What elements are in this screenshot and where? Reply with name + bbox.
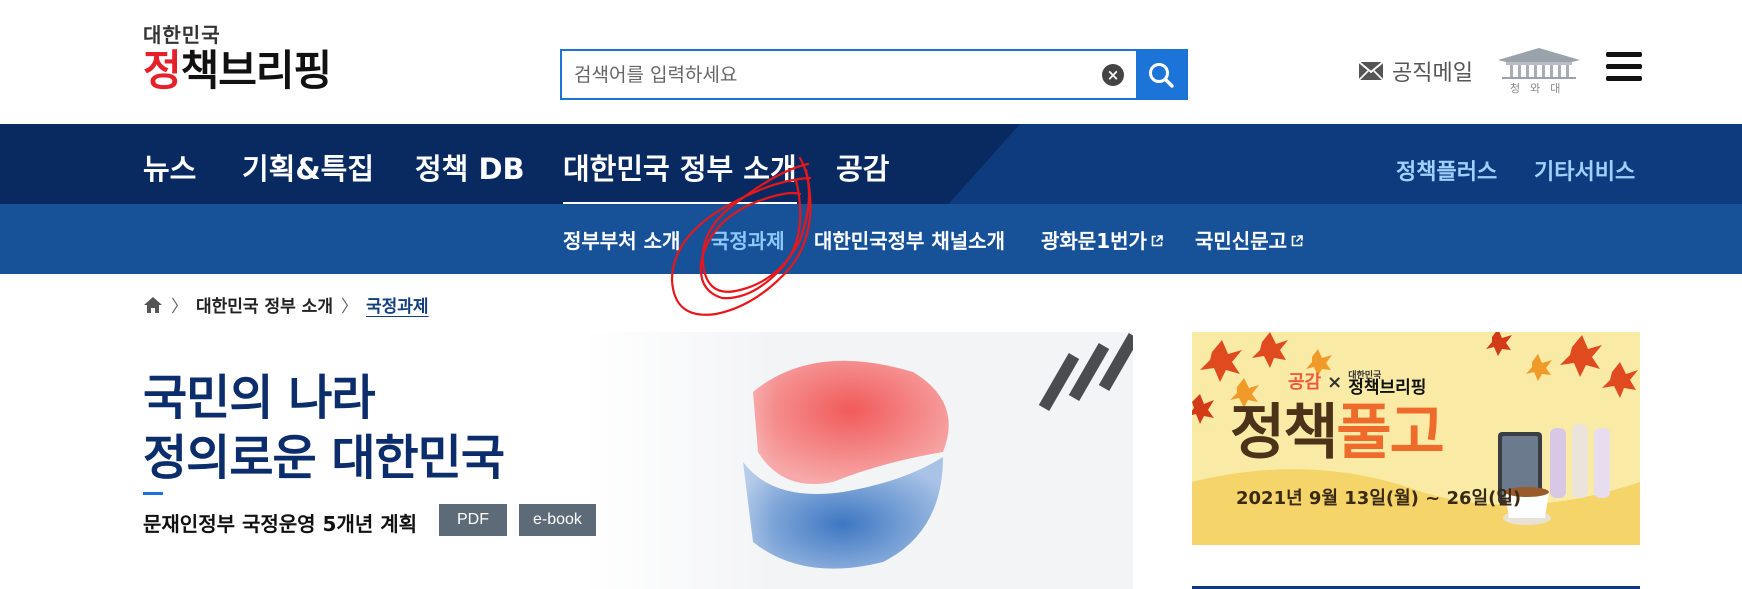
hero-title-line1: 국민의 나라 <box>143 370 376 426</box>
official-mail-link[interactable]: 공직메일 <box>1358 55 1473 87</box>
logo-subtitle: 대한민국 <box>143 23 221 47</box>
hero-subtitle: 문재인정부 국정운영 5개년 계획 <box>143 512 418 536</box>
subnav-channels[interactable]: 대한민국정부 채널소개 <box>814 225 1005 254</box>
logo-title: 정책브리핑 <box>143 46 333 96</box>
home-icon[interactable] <box>143 296 163 314</box>
nav-government-intro[interactable]: 대한민국 정부 소개 <box>563 146 797 204</box>
clear-circle-icon[interactable]: × <box>1102 64 1124 86</box>
subnav-ministries[interactable]: 정부부처 소개 <box>563 225 680 254</box>
nav-news[interactable]: 뉴스 <box>143 146 196 188</box>
search-bar: × <box>560 49 1188 100</box>
hero-title: 국민의 나라 정의로운 대한민국 <box>143 368 505 488</box>
nav-policy-plus[interactable]: 정책플러스 <box>1396 154 1497 186</box>
external-link-icon <box>1151 235 1163 247</box>
breadcrumb: 〉 대한민국 정부 소개 〉 국정과제 <box>143 292 429 317</box>
nav-policy-db[interactable]: 정책 DB <box>415 146 525 188</box>
policy-event-banner[interactable]: 공감 × 대한민국 정책브리핑 정책풀고 2021년 9월 13일(월) ~ 26일(… <box>1192 332 1640 545</box>
site-header: 대한민국 정책브리핑 × 공직메일 청와대 <box>0 0 1742 124</box>
site-logo[interactable]: 대한민국 정책브리핑 <box>143 23 333 96</box>
banner-title-main: 정책 <box>1230 398 1338 468</box>
blue-house-label: 청와대 <box>1510 82 1571 95</box>
external-link-icon <box>1291 235 1303 247</box>
banner-collab-label: 공감 × 대한민국 정책브리핑 <box>1288 368 1426 397</box>
envelope-icon <box>1358 61 1384 81</box>
subnav-gwanghwamun[interactable]: 광화문1번가 <box>1041 225 1163 254</box>
sub-navigation: 정부부처 소개 국정과제 대한민국정부 채널소개 광화문1번가 국민신문고 <box>0 204 1742 274</box>
banner-title-accent: 풀고 <box>1336 398 1444 468</box>
hero-title-line2: 정의로운 대한민국 <box>143 430 505 486</box>
hamburger-menu-icon[interactable] <box>1606 52 1642 82</box>
hero-accent-bar <box>143 492 163 495</box>
breadcrumb-separator: 〉 <box>340 297 358 317</box>
magnifier-icon <box>1149 62 1174 88</box>
search-input[interactable] <box>574 59 1094 90</box>
taegeukgi-flag-image <box>583 332 1133 589</box>
nav-features[interactable]: 기획&특집 <box>242 146 374 188</box>
banner-brand: 정책브리핑 <box>1348 378 1427 398</box>
banner-title: 정책풀고 <box>1230 398 1445 468</box>
logo-title-rest: 책브리핑 <box>180 46 333 95</box>
main-navigation: 뉴스 기획&특집 정책 DB 대한민국 정부 소개 공감 정책플러스 기타서비스 <box>0 124 1742 204</box>
official-mail-label: 공직메일 <box>1392 61 1473 86</box>
banner-gonggam: 공감 <box>1288 372 1322 393</box>
pdf-button[interactable]: PDF <box>439 504 507 536</box>
breadcrumb-national-tasks[interactable]: 국정과제 <box>366 292 429 317</box>
subnav-national-tasks[interactable]: 국정과제 <box>711 225 785 254</box>
breadcrumb-separator: 〉 <box>171 297 188 317</box>
subnav-sinmungo[interactable]: 국민신문고 <box>1195 225 1303 254</box>
banner-times: × <box>1327 372 1343 393</box>
ebook-button[interactable]: e-book <box>519 504 596 536</box>
subnav-gwanghwamun-label: 광화문1번가 <box>1041 229 1147 253</box>
breadcrumb-government-intro[interactable]: 대한민국 정부 소개 <box>196 292 333 317</box>
hero-section: 국민의 나라 정의로운 대한민국 문재인정부 국정운영 5개년 계획 PDF e… <box>143 332 1133 589</box>
nav-other-services[interactable]: 기타서비스 <box>1534 154 1635 186</box>
banner-date: 2021년 9월 13일(월) ~ 26일(일) <box>1236 488 1522 509</box>
nav-gonggam[interactable]: 공감 <box>836 146 889 188</box>
search-button[interactable] <box>1136 51 1186 98</box>
subnav-sinmungo-label: 국민신문고 <box>1195 229 1287 253</box>
logo-title-first: 정 <box>143 46 182 95</box>
